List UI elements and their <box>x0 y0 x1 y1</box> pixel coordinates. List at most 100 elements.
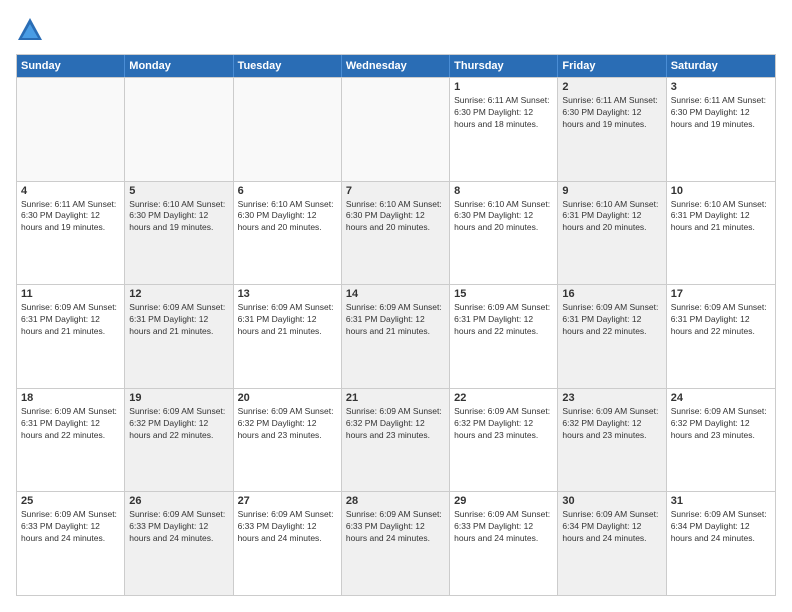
day-info: Sunrise: 6:09 AM Sunset: 6:33 PM Dayligh… <box>129 509 228 545</box>
day-info: Sunrise: 6:09 AM Sunset: 6:31 PM Dayligh… <box>454 302 553 338</box>
day-cell-27: 27Sunrise: 6:09 AM Sunset: 6:33 PM Dayli… <box>234 492 342 595</box>
header-day-tuesday: Tuesday <box>234 55 342 77</box>
day-number: 8 <box>454 185 553 197</box>
day-info: Sunrise: 6:09 AM Sunset: 6:31 PM Dayligh… <box>238 302 337 338</box>
day-info: Sunrise: 6:09 AM Sunset: 6:31 PM Dayligh… <box>562 302 661 338</box>
day-number: 24 <box>671 392 771 404</box>
day-number: 14 <box>346 288 445 300</box>
logo <box>16 16 48 44</box>
day-info: Sunrise: 6:11 AM Sunset: 6:30 PM Dayligh… <box>21 199 120 235</box>
day-info: Sunrise: 6:10 AM Sunset: 6:30 PM Dayligh… <box>238 199 337 235</box>
day-info: Sunrise: 6:09 AM Sunset: 6:34 PM Dayligh… <box>562 509 661 545</box>
empty-cell <box>234 78 342 181</box>
day-number: 4 <box>21 185 120 197</box>
day-cell-9: 9Sunrise: 6:10 AM Sunset: 6:31 PM Daylig… <box>558 182 666 285</box>
day-cell-20: 20Sunrise: 6:09 AM Sunset: 6:32 PM Dayli… <box>234 389 342 492</box>
week-row-5: 25 Sunrise: 6:09 AM Sunset: 6:33 PM Dayli… <box>17 491 775 595</box>
day-info: Sunrise: 6:09 AM Sunset: 6:32 PM Dayligh… <box>671 406 771 442</box>
day-cell-19: 19Sunrise: 6:09 AM Sunset: 6:32 PM Dayli… <box>125 389 233 492</box>
day-cell-3: 3Sunrise: 6:11 AM Sunset: 6:30 PM Daylig… <box>667 78 775 181</box>
week-row-4: 18 Sunrise: 6:09 AM Sunset: 6:31 PM Dayli… <box>17 388 775 492</box>
header-day-thursday: Thursday <box>450 55 558 77</box>
day-cell-1: 1 Sunrise: 6:11 AM Sunset: 6:30 PM Daylig… <box>450 78 558 181</box>
day-info: Sunrise: 6:09 AM Sunset: 6:31 PM Dayligh… <box>21 302 120 338</box>
week-row-3: 11 Sunrise: 6:09 AM Sunset: 6:31 PM Dayli… <box>17 284 775 388</box>
day-info: Sunrise: 6:09 AM Sunset: 6:32 PM Dayligh… <box>454 406 553 442</box>
day-cell-25: 25 Sunrise: 6:09 AM Sunset: 6:33 PM Dayli… <box>17 492 125 595</box>
day-info: Sunrise: 6:09 AM Sunset: 6:33 PM Dayligh… <box>346 509 445 545</box>
logo-icon <box>16 16 44 44</box>
day-number: 15 <box>454 288 553 300</box>
header-day-friday: Friday <box>558 55 666 77</box>
day-cell-14: 14 Sunrise: 6:09 AM Sunset: 6:31 PM Dayli… <box>342 285 450 388</box>
day-cell-26: 26 Sunrise: 6:09 AM Sunset: 6:33 PM Dayli… <box>125 492 233 595</box>
day-cell-30: 30 Sunrise: 6:09 AM Sunset: 6:34 PM Dayli… <box>558 492 666 595</box>
week-row-1: 1 Sunrise: 6:11 AM Sunset: 6:30 PM Daylig… <box>17 77 775 181</box>
day-number: 17 <box>671 288 771 300</box>
day-number: 29 <box>454 495 553 507</box>
day-cell-7: 7Sunrise: 6:10 AM Sunset: 6:30 PM Daylig… <box>342 182 450 285</box>
day-number: 2 <box>562 81 661 93</box>
calendar-body: 1 Sunrise: 6:11 AM Sunset: 6:30 PM Daylig… <box>17 77 775 595</box>
day-number: 21 <box>346 392 445 404</box>
day-info: Sunrise: 6:09 AM Sunset: 6:34 PM Dayligh… <box>671 509 771 545</box>
day-number: 22 <box>454 392 553 404</box>
week-row-2: 4 Sunrise: 6:11 AM Sunset: 6:30 PM Daylig… <box>17 181 775 285</box>
calendar: SundayMondayTuesdayWednesdayThursdayFrid… <box>16 54 776 596</box>
day-number: 7 <box>346 185 445 197</box>
day-cell-28: 28 Sunrise: 6:09 AM Sunset: 6:33 PM Dayli… <box>342 492 450 595</box>
day-info: Sunrise: 6:11 AM Sunset: 6:30 PM Dayligh… <box>671 95 771 131</box>
day-cell-31: 31Sunrise: 6:09 AM Sunset: 6:34 PM Dayli… <box>667 492 775 595</box>
day-cell-16: 16 Sunrise: 6:09 AM Sunset: 6:31 PM Dayli… <box>558 285 666 388</box>
day-number: 11 <box>21 288 120 300</box>
header <box>16 16 776 44</box>
page: SundayMondayTuesdayWednesdayThursdayFrid… <box>0 0 792 612</box>
day-cell-4: 4 Sunrise: 6:11 AM Sunset: 6:30 PM Daylig… <box>17 182 125 285</box>
day-number: 28 <box>346 495 445 507</box>
day-info: Sunrise: 6:09 AM Sunset: 6:31 PM Dayligh… <box>346 302 445 338</box>
day-cell-2: 2Sunrise: 6:11 AM Sunset: 6:30 PM Daylig… <box>558 78 666 181</box>
day-cell-29: 29 Sunrise: 6:09 AM Sunset: 6:33 PM Dayli… <box>450 492 558 595</box>
day-info: Sunrise: 6:11 AM Sunset: 6:30 PM Dayligh… <box>454 95 553 131</box>
day-cell-17: 17 Sunrise: 6:09 AM Sunset: 6:31 PM Dayli… <box>667 285 775 388</box>
day-number: 16 <box>562 288 661 300</box>
day-number: 10 <box>671 185 771 197</box>
day-cell-8: 8Sunrise: 6:10 AM Sunset: 6:30 PM Daylig… <box>450 182 558 285</box>
day-cell-6: 6 Sunrise: 6:10 AM Sunset: 6:30 PM Daylig… <box>234 182 342 285</box>
header-day-monday: Monday <box>125 55 233 77</box>
day-cell-24: 24 Sunrise: 6:09 AM Sunset: 6:32 PM Dayli… <box>667 389 775 492</box>
day-number: 30 <box>562 495 661 507</box>
day-info: Sunrise: 6:09 AM Sunset: 6:32 PM Dayligh… <box>346 406 445 442</box>
day-info: Sunrise: 6:09 AM Sunset: 6:31 PM Dayligh… <box>21 406 120 442</box>
day-info: Sunrise: 6:09 AM Sunset: 6:33 PM Dayligh… <box>454 509 553 545</box>
day-cell-5: 5 Sunrise: 6:10 AM Sunset: 6:30 PM Daylig… <box>125 182 233 285</box>
day-cell-13: 13Sunrise: 6:09 AM Sunset: 6:31 PM Dayli… <box>234 285 342 388</box>
header-day-saturday: Saturday <box>667 55 775 77</box>
day-number: 26 <box>129 495 228 507</box>
day-cell-22: 22 Sunrise: 6:09 AM Sunset: 6:32 PM Dayli… <box>450 389 558 492</box>
empty-cell <box>125 78 233 181</box>
day-info: Sunrise: 6:10 AM Sunset: 6:31 PM Dayligh… <box>671 199 771 235</box>
header-day-wednesday: Wednesday <box>342 55 450 77</box>
day-cell-10: 10 Sunrise: 6:10 AM Sunset: 6:31 PM Dayli… <box>667 182 775 285</box>
day-number: 5 <box>129 185 228 197</box>
day-info: Sunrise: 6:09 AM Sunset: 6:31 PM Dayligh… <box>129 302 228 338</box>
day-number: 9 <box>562 185 661 197</box>
day-number: 6 <box>238 185 337 197</box>
day-number: 1 <box>454 81 553 93</box>
day-number: 25 <box>21 495 120 507</box>
day-info: Sunrise: 6:09 AM Sunset: 6:33 PM Dayligh… <box>21 509 120 545</box>
day-info: Sunrise: 6:10 AM Sunset: 6:30 PM Dayligh… <box>129 199 228 235</box>
day-info: Sunrise: 6:09 AM Sunset: 6:32 PM Dayligh… <box>129 406 228 442</box>
day-cell-11: 11 Sunrise: 6:09 AM Sunset: 6:31 PM Dayli… <box>17 285 125 388</box>
day-cell-18: 18 Sunrise: 6:09 AM Sunset: 6:31 PM Dayli… <box>17 389 125 492</box>
day-number: 27 <box>238 495 337 507</box>
day-number: 18 <box>21 392 120 404</box>
day-info: Sunrise: 6:09 AM Sunset: 6:32 PM Dayligh… <box>238 406 337 442</box>
day-cell-21: 21 Sunrise: 6:09 AM Sunset: 6:32 PM Dayli… <box>342 389 450 492</box>
day-number: 12 <box>129 288 228 300</box>
day-cell-23: 23Sunrise: 6:09 AM Sunset: 6:32 PM Dayli… <box>558 389 666 492</box>
day-cell-12: 12 Sunrise: 6:09 AM Sunset: 6:31 PM Dayli… <box>125 285 233 388</box>
day-info: Sunrise: 6:09 AM Sunset: 6:31 PM Dayligh… <box>671 302 771 338</box>
day-number: 23 <box>562 392 661 404</box>
